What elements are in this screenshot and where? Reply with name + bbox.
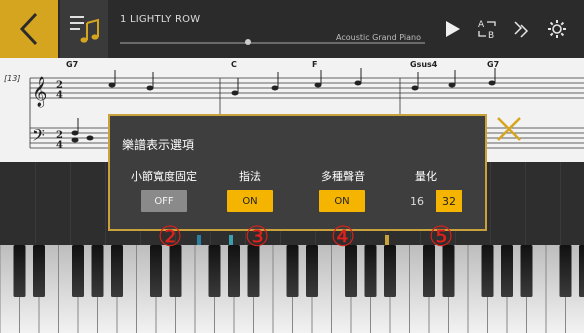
black-key[interactable] xyxy=(481,245,494,297)
black-key[interactable] xyxy=(33,245,45,297)
note-marker xyxy=(385,235,389,245)
music-menu-icon xyxy=(70,16,99,43)
close-dialog-button[interactable] xyxy=(492,112,526,146)
settings-button[interactable] xyxy=(544,16,570,42)
callout-3: ③ xyxy=(244,220,270,253)
black-key[interactable] xyxy=(579,245,584,297)
play-button[interactable] xyxy=(440,16,466,42)
callout-5: ⑤ xyxy=(428,220,454,253)
chevron-left-icon xyxy=(19,12,38,46)
quantize-32-option[interactable]: 32 xyxy=(436,190,462,212)
svg-text:A: A xyxy=(478,20,485,30)
fingering-label: 指法 xyxy=(239,170,261,183)
black-key[interactable] xyxy=(559,245,572,297)
black-key[interactable] xyxy=(501,245,513,297)
multiple-voices-label: 多種聲音 xyxy=(321,170,365,183)
svg-text:B: B xyxy=(488,31,494,41)
quantize-16-option[interactable]: 16 xyxy=(404,190,430,212)
black-key[interactable] xyxy=(91,245,104,297)
back-button[interactable] xyxy=(0,0,58,58)
quantize-label: 量化 xyxy=(415,170,437,183)
part-select-button[interactable] xyxy=(508,16,534,42)
close-icon xyxy=(497,117,521,141)
black-key[interactable] xyxy=(384,245,396,297)
multiple-voices-toggle[interactable]: ON xyxy=(319,190,365,212)
fingering-toggle[interactable]: ON xyxy=(227,190,273,212)
part-select-icon xyxy=(514,21,529,38)
svg-text:𝄢: 𝄢 xyxy=(32,125,45,149)
song-progress-slider[interactable] xyxy=(120,39,425,45)
black-key[interactable] xyxy=(306,245,318,297)
ab-repeat-button[interactable]: A B xyxy=(474,16,500,42)
svg-text:𝄞: 𝄞 xyxy=(32,76,47,108)
piano-keyboard[interactable] xyxy=(0,245,584,333)
voice-name: Acoustic Grand Piano xyxy=(336,33,421,42)
song-menu-button[interactable] xyxy=(60,0,108,58)
note-marker xyxy=(197,235,201,245)
top-toolbar: 1 LIGHTLY ROW Acoustic Grand Piano A B xyxy=(0,0,584,58)
svg-text:4: 4 xyxy=(56,140,63,151)
black-key[interactable] xyxy=(364,245,377,297)
black-key[interactable] xyxy=(13,245,26,297)
svg-text:4: 4 xyxy=(56,90,63,101)
gear-icon xyxy=(548,20,566,38)
play-icon xyxy=(446,21,460,37)
black-key[interactable] xyxy=(72,245,84,297)
note-marker xyxy=(229,235,233,245)
fixed-measure-width-label: 小節寬度固定 xyxy=(131,170,197,183)
callout-2: ② xyxy=(157,220,183,253)
black-key[interactable] xyxy=(208,245,221,297)
fixed-measure-width-toggle[interactable]: OFF xyxy=(141,190,187,212)
song-title: 1 LIGHTLY ROW xyxy=(120,14,201,25)
black-key[interactable] xyxy=(520,245,533,297)
score-display-options-dialog: 樂譜表示選項 小節寬度固定 OFF 指法 ON 多種聲音 ON 量化 16 32 xyxy=(108,114,487,231)
progress-knob[interactable] xyxy=(245,39,252,45)
piano-keys[interactable] xyxy=(0,245,584,333)
black-key[interactable] xyxy=(286,245,299,297)
dialog-title: 樂譜表示選項 xyxy=(122,138,195,152)
callout-4: ④ xyxy=(330,220,356,253)
black-key[interactable] xyxy=(111,245,123,297)
ab-repeat-icon: A B xyxy=(478,20,496,41)
black-key[interactable] xyxy=(228,245,240,297)
